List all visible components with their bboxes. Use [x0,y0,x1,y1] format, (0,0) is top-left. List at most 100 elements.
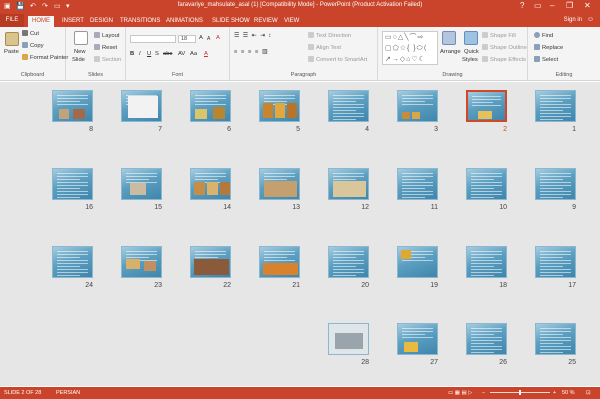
arrange-button[interactable]: Arrange [440,49,461,55]
slide-text-line [471,191,502,192]
tab-file[interactable]: FILE [0,14,24,27]
align-buttons[interactable]: ≡ ≡ ≡ ≡ ▥ [234,49,268,55]
copy-button[interactable]: Copy [22,42,44,49]
save-icon[interactable]: 💾 [16,2,25,10]
align-text-button[interactable]: Align Text [308,44,341,51]
slide-thumbnail[interactable] [52,168,93,200]
slide-thumbnail[interactable] [535,168,576,200]
new-slide-button[interactable]: New [74,49,86,55]
language-indicator[interactable]: PERSIAN [56,390,80,396]
slide-thumbnail[interactable] [328,90,369,122]
slide-thumbnail[interactable] [466,323,507,355]
slide-thumbnail[interactable] [259,168,300,200]
strikethrough-button[interactable]: abc [163,51,172,57]
shapes-gallery[interactable]: ▭○△╲⌒⇨ ▢⬠☆{ }⬭⟨ ↗→◇⌂♡☾ [382,31,438,65]
tab-slide-show[interactable]: SLIDE SHOW [208,16,254,27]
restore-button[interactable]: ❐ [566,1,573,10]
slide-thumbnail[interactable] [259,90,300,122]
shadow-button[interactable]: S [155,51,159,57]
shape-outline-button[interactable]: Shape Outline [482,44,527,51]
slide-thumbnail[interactable] [121,246,162,278]
convert-smartart-button[interactable]: Convert to SmartArt [308,56,367,63]
quick-styles-button[interactable]: Quick [464,49,479,55]
ribbon-display-icon[interactable]: ▭ [534,1,542,10]
tab-transitions[interactable]: TRANSITIONS [116,16,164,27]
redo-icon[interactable]: ↷ [42,2,48,10]
shrink-font-button[interactable]: A [207,36,210,42]
tab-view[interactable]: VIEW [280,16,303,27]
slide-thumbnail[interactable] [397,168,438,200]
new-slide-button-line2[interactable]: Slide [72,57,85,63]
underline-button[interactable]: U [147,51,151,57]
slide-thumbnail[interactable] [190,246,231,278]
slide-text-line [333,101,356,102]
customize-qat-icon[interactable]: ▾ [66,2,70,10]
reset-button[interactable]: Reset [94,44,117,51]
slide-thumbnail[interactable] [397,90,438,122]
slide-thumbnail[interactable] [52,90,93,122]
cut-button[interactable]: Cut [22,30,39,37]
replace-button[interactable]: Replace [534,44,563,51]
section-button[interactable]: Section [94,56,121,63]
user-icon[interactable]: ☺ [587,16,594,23]
find-button[interactable]: Find [534,32,553,39]
tab-animations[interactable]: ANIMATIONS [162,16,207,27]
paste-button[interactable]: Paste [4,49,19,55]
font-size-field[interactable]: 18 [178,35,196,43]
fit-slide-icon[interactable]: ⊡ [586,390,591,396]
slide-thumbnail[interactable] [52,246,93,278]
tab-review[interactable]: REVIEW [250,16,282,27]
italic-button[interactable]: I [139,51,141,57]
char-spacing-button[interactable]: AV [178,51,185,57]
new-slide-icon[interactable] [74,31,88,45]
list-buttons[interactable]: ☰ ☰ ⇤ ⇥ ↕ [234,33,272,39]
slide-thumbnail[interactable] [121,168,162,200]
view-buttons[interactable]: ▭ ▦ ▤ ▷ [448,390,472,396]
minimize-button[interactable]: – [550,1,554,10]
tab-home[interactable]: HOME [28,16,54,27]
help-icon[interactable]: ? [520,1,524,10]
shape-fill-button[interactable]: Shape Fill [482,32,516,39]
clear-formatting-button[interactable]: A [216,35,220,41]
close-button[interactable]: ✕ [584,1,591,10]
slide-thumbnail[interactable] [190,168,231,200]
slide-thumbnail[interactable] [121,90,162,122]
arrange-icon[interactable] [442,31,456,45]
quick-styles-button-line2[interactable]: Styles [462,57,478,63]
slide-thumbnail[interactable] [328,323,369,355]
zoom-out-button[interactable]: – [482,390,485,396]
ribbon-tabs: FILE HOME INSERT DESIGN TRANSITIONS ANIM… [0,14,600,27]
zoom-in-button[interactable]: + [553,390,556,396]
quick-styles-icon[interactable] [464,31,478,45]
slide-thumbnail[interactable] [328,168,369,200]
tab-design[interactable]: DESIGN [86,16,117,27]
undo-icon[interactable]: ↶ [30,2,36,10]
paste-icon[interactable] [5,32,19,46]
select-button[interactable]: Select [534,56,558,63]
grow-font-button[interactable]: A [199,35,203,41]
slide-thumbnail[interactable] [259,246,300,278]
slide-thumbnail[interactable] [397,246,438,278]
slide-thumbnail[interactable] [397,323,438,355]
slide-thumbnail[interactable] [466,168,507,200]
sign-in-link[interactable]: Sign in [564,17,582,23]
slide-thumbnail[interactable] [535,90,576,122]
slide-thumbnail[interactable] [535,246,576,278]
slide-thumbnail[interactable] [328,246,369,278]
font-name-field[interactable] [130,35,176,43]
zoom-slider-thumb[interactable] [519,390,521,395]
layout-button[interactable]: Layout [94,32,119,39]
slide-thumbnail[interactable] [535,323,576,355]
shape-effects-button[interactable]: Shape Effects [482,56,526,63]
text-direction-button[interactable]: Text Direction [308,32,351,39]
font-color-button[interactable]: A [204,51,208,57]
change-case-button[interactable]: Aa [190,51,197,57]
start-from-beginning-icon[interactable]: ▭ [54,2,61,10]
tab-insert[interactable]: INSERT [58,16,88,27]
format-painter-button[interactable]: Format Painter [22,54,68,61]
slide-thumbnail[interactable] [190,90,231,122]
slide-thumbnail[interactable] [466,90,507,122]
zoom-level[interactable]: 50 % [562,390,575,396]
bold-button[interactable]: B [130,51,134,57]
slide-thumbnail[interactable] [466,246,507,278]
